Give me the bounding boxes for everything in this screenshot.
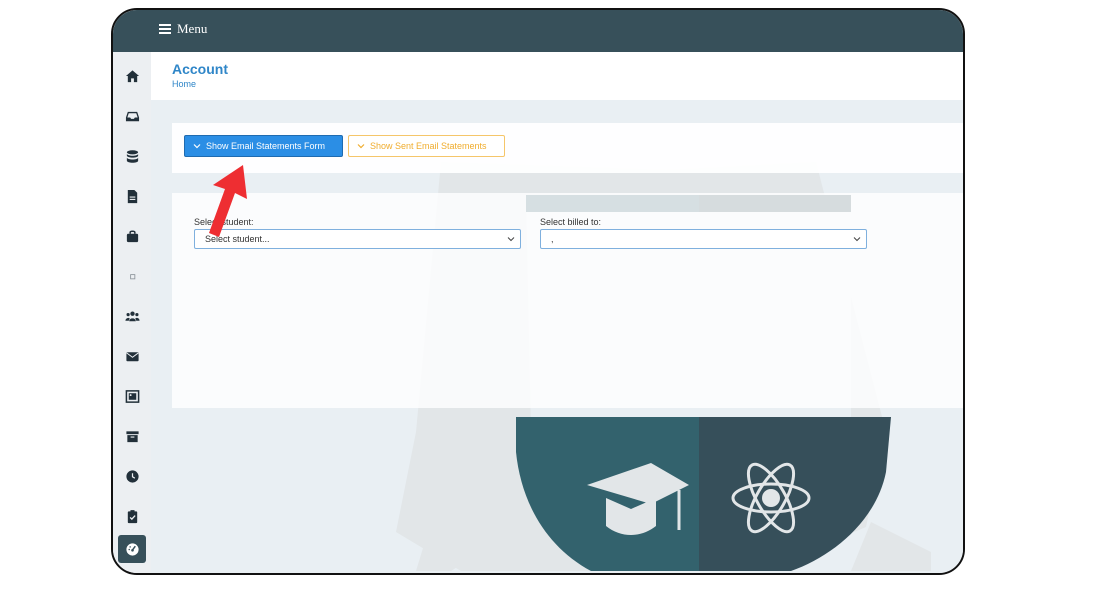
dashboard-icon (125, 542, 139, 556)
chevron-down-icon (357, 144, 365, 149)
chevron-down-icon (853, 237, 861, 242)
sidebar (113, 52, 151, 573)
database-icon (126, 149, 138, 163)
chevron-down-icon (507, 237, 515, 242)
show-email-statements-form-label: Show Email Statements Form (206, 141, 326, 151)
gallery-icon (125, 389, 139, 403)
top-navbar: Menu (113, 10, 963, 52)
show-email-statements-form-button[interactable]: Show Email Statements Form (184, 135, 343, 157)
clipboard-check-icon (127, 509, 137, 523)
sidebar-item-database[interactable] (118, 142, 146, 170)
main-content: Account Home Show Email Statements Form … (151, 52, 963, 573)
briefcase-icon (126, 229, 138, 242)
sidebar-item-placeholder[interactable] (118, 262, 146, 290)
archive-icon (125, 430, 139, 442)
sidebar-item-home[interactable] (118, 62, 146, 90)
show-sent-email-statements-button[interactable]: Show Sent Email Statements (348, 135, 505, 157)
document-icon (127, 189, 137, 203)
menu-toggle-button[interactable]: Menu (159, 21, 207, 37)
clock-icon (125, 469, 139, 483)
chevron-down-icon (193, 144, 201, 149)
square-icon (129, 273, 135, 279)
inbox-icon (125, 111, 139, 121)
sidebar-item-documents[interactable] (118, 182, 146, 210)
users-icon (124, 311, 140, 321)
billed-to-select-value: , (551, 234, 554, 244)
page-header: Account Home (151, 52, 963, 100)
sidebar-item-users[interactable] (118, 302, 146, 330)
billed-to-select[interactable]: , (540, 229, 867, 249)
actions-card: Show Email Statements Form Show Sent Ema… (172, 123, 963, 173)
hamburger-icon (159, 24, 171, 34)
breadcrumb-home-link[interactable]: Home (172, 79, 196, 89)
billed-to-select-label: Select billed to: (540, 217, 602, 227)
menu-label: Menu (177, 21, 208, 36)
sidebar-item-gallery[interactable] (118, 382, 146, 410)
sidebar-item-mail[interactable] (118, 342, 146, 370)
home-icon (125, 69, 139, 82)
sidebar-item-inbox[interactable] (118, 102, 146, 130)
sidebar-item-briefcase[interactable] (118, 222, 146, 250)
show-sent-email-statements-label: Show Sent Email Statements (370, 141, 487, 151)
sidebar-item-archive[interactable] (118, 422, 146, 450)
sidebar-item-dashboard[interactable] (118, 535, 146, 563)
sidebar-item-history[interactable] (118, 462, 146, 490)
annotation-arrow-icon (209, 165, 247, 237)
envelope-icon (125, 351, 139, 361)
sidebar-item-tasks[interactable] (118, 502, 146, 530)
app-window: Menu Account Home Show Email Statements … (111, 8, 965, 575)
statement-form-card: Select student: Select student... Select… (172, 193, 963, 408)
page-title: Account (172, 61, 228, 77)
